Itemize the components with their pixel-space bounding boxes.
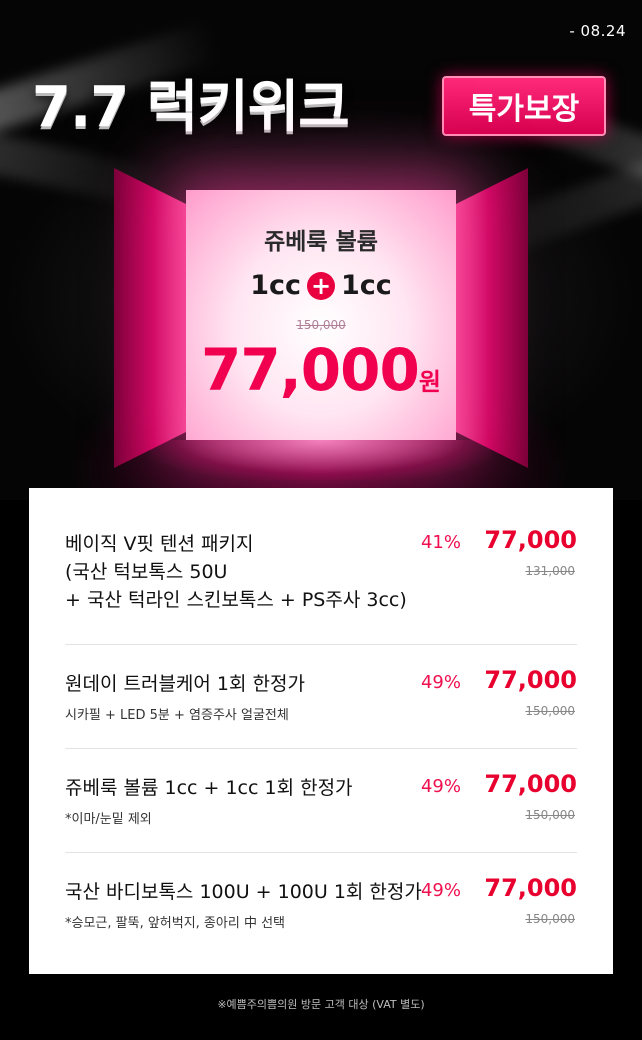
featured-old-price: 150,000	[296, 318, 346, 332]
list-item[interactable]: 국산 바디보톡스 100U + 100U 1회 한정가 *승모근, 팔뚝, 앞허…	[65, 874, 577, 931]
item-old-price: 150,000	[525, 808, 575, 822]
item-old-price: 150,000	[525, 704, 575, 718]
price-list-card: 베이직 V핏 텐션 패키지 (국산 턱보톡스 50U + 국산 턱라인 스킨보톡…	[29, 488, 613, 974]
combo-right: 1cc	[341, 270, 392, 301]
item-description: *이마/눈밑 제외	[65, 812, 152, 827]
disclaimer: ※예쁨주의쁨의원 방문 고객 대상 (VAT 별도)	[217, 998, 425, 1011]
featured-price-unit: 원	[418, 368, 441, 396]
stage-floor-glow	[150, 440, 492, 480]
item-name-line: + 국산 턱라인 스킨보톡스 + PS주사 3cc)	[65, 589, 407, 611]
featured-product[interactable]: 쥬베룩 볼륨 1cc + 1cc	[150, 222, 492, 301]
item-discount: 49%	[420, 776, 461, 797]
featured-price-value: 77,000	[201, 336, 420, 404]
item-description: 시카필 + LED 5분 + 염증주사 얼굴전체	[65, 708, 289, 723]
item-description: *승모근, 팔뚝, 앞허벅지, 종아리 中 선택	[65, 916, 285, 931]
item-price: 77,000	[484, 526, 577, 554]
divider	[65, 852, 577, 853]
item-discount: 49%	[420, 672, 461, 693]
list-item[interactable]: 쥬베룩 볼륨 1cc + 1cc 1회 한정가 *이마/눈밑 제외 49% 77…	[65, 770, 577, 827]
list-item[interactable]: 베이직 V핏 텐션 패키지 (국산 턱보톡스 50U + 국산 턱라인 스킨보톡…	[65, 526, 577, 614]
combo-left: 1cc	[250, 270, 301, 301]
featured-price: 77,000원	[150, 336, 492, 404]
plus-icon: +	[307, 271, 335, 300]
item-old-price: 150,000	[525, 912, 575, 926]
event-date: - 08.24	[569, 22, 626, 40]
item-price: 77,000	[484, 666, 577, 694]
item-old-price: 131,000	[525, 564, 575, 578]
item-discount: 49%	[420, 880, 461, 901]
featured-product-name: 쥬베룩 볼륨	[264, 229, 378, 255]
item-price: 77,000	[484, 770, 577, 798]
divider	[65, 644, 577, 645]
item-price: 77,000	[484, 874, 577, 902]
item-discount: 41%	[420, 532, 461, 553]
item-name-line: (국산 턱보톡스 50U	[65, 561, 228, 583]
event-title: 7.7 럭키위크	[32, 75, 350, 140]
hero-banner: - 08.24 7.7 럭키위크 특가보장 쥬베룩 볼륨 1cc + 1cc 1…	[0, 0, 642, 500]
price-guarantee-badge: 특가보장	[442, 76, 606, 136]
list-item[interactable]: 원데이 트러블케어 1회 한정가 시카필 + LED 5분 + 염증주사 얼굴전…	[65, 666, 577, 723]
divider	[65, 748, 577, 749]
featured-product-combo: 1cc + 1cc	[150, 270, 492, 301]
